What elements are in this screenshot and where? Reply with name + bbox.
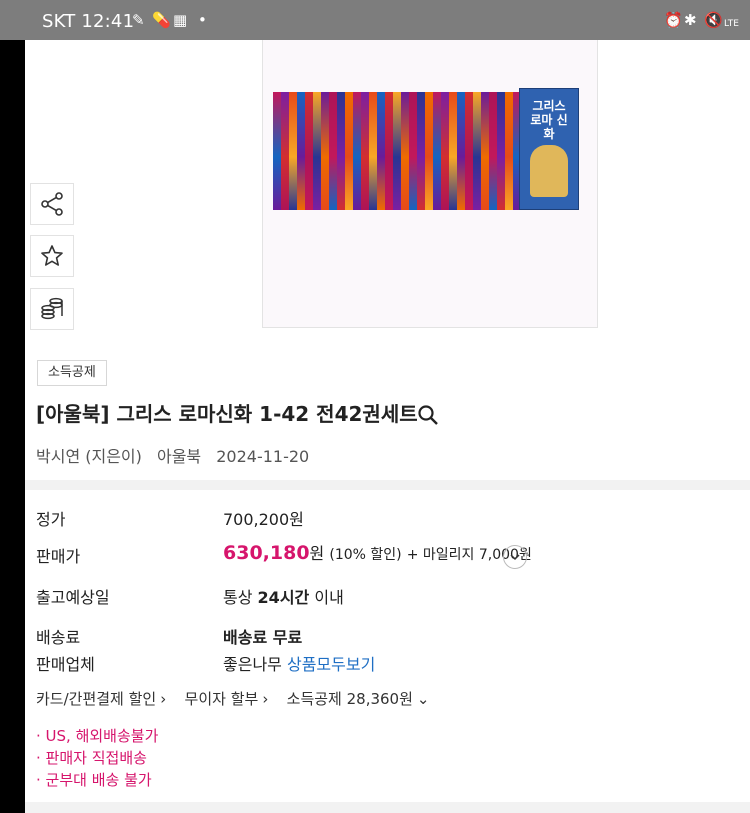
cover-illustration	[530, 145, 568, 197]
app-notification-icon: ✎	[132, 11, 145, 29]
list-price-label: 정가	[36, 510, 66, 529]
publish-date: 2024-11-20	[216, 447, 310, 466]
list-price: 700,200원	[223, 510, 304, 529]
mute-icon: 🔇	[704, 11, 723, 29]
bluetooth-icon: ✱	[684, 11, 697, 29]
card-discount-link[interactable]: 카드/간편결제 할인	[36, 690, 156, 708]
pill-icon: 💊	[152, 11, 171, 29]
product-image[interactable]: 그리스 로마 신화	[262, 40, 598, 328]
payment-benefits: 카드/간편결제 할인 › 무이자 할부 › 소득공제 28,360원 ⌄	[36, 688, 433, 709]
product-page: 그리스 로마 신화 소득공제 [아울북] 그리스 로마신화 1-42 전42권세…	[25, 40, 750, 813]
featured-book-cover: 그리스 로마 신화	[519, 88, 579, 210]
shipping-date-label: 출고예상일	[36, 588, 110, 607]
shipping-hours: 24시간	[257, 588, 310, 607]
note-item: · 판매자 직접배송	[36, 749, 147, 767]
share-icon	[41, 192, 63, 216]
sale-price-row: 630,180원 (10% 할인) + 마일리지 7,000원	[223, 540, 532, 564]
dot-icon: •	[198, 11, 207, 29]
share-button[interactable]	[30, 183, 74, 225]
income-deduction-badge: 소득공제	[37, 360, 107, 386]
delivery-fee-label: 배송료	[36, 628, 81, 647]
section-divider-bottom	[25, 802, 750, 813]
seller-row: 좋은나무 상품모두보기	[223, 651, 375, 675]
book-set-image	[273, 92, 530, 210]
note-item: · 군부대 배송 불가	[36, 771, 152, 789]
product-title: [아울북] 그리스 로마신화 1-42 전42권세트	[36, 402, 418, 426]
seller-name: 좋은나무	[223, 655, 282, 674]
sale-price-unit: 원	[309, 544, 325, 563]
delivery-fee: 배송료 무료	[223, 628, 303, 647]
shipping-date: 통상 24시간 이내	[223, 584, 344, 608]
seller-label: 판매업체	[36, 655, 95, 674]
chevron-down-icon[interactable]: ⌄	[417, 690, 430, 708]
status-time: SKT 12:41	[42, 11, 135, 32]
status-bar: SKT 12:41 ✎ 💊 ▦ • ⏰ ✱ 🔇 LTE	[0, 0, 750, 40]
chevron-right-icon: ›	[262, 690, 269, 708]
installment-link[interactable]: 무이자 할부	[185, 690, 259, 708]
calendar-icon: ▦	[173, 11, 188, 29]
section-divider	[25, 480, 750, 490]
network-label: LTE	[724, 19, 739, 29]
product-meta: 박시연 (지은이) 아울북 2024-11-20	[36, 443, 319, 467]
shipping-suffix: 이내	[314, 588, 344, 607]
alarm-icon: ⏰	[664, 11, 683, 29]
coins-icon	[41, 297, 63, 320]
chevron-down-icon	[510, 554, 520, 561]
cover-title: 그리스 로마 신화	[530, 99, 568, 141]
author-link[interactable]: 박시연 (지은이)	[36, 447, 142, 466]
price-detail-toggle[interactable]	[503, 545, 527, 569]
chevron-right-icon: ›	[160, 690, 167, 708]
deduction-toggle[interactable]: 소득공제 28,360원	[287, 690, 413, 708]
wishlist-button[interactable]	[30, 235, 74, 277]
sale-price: 630,180	[223, 542, 310, 564]
shipping-notes: · US, 해외배송불가 · 판매자 직접배송 · 군부대 배송 불가	[36, 725, 158, 791]
coins-button[interactable]	[30, 288, 74, 330]
search-icon[interactable]	[417, 404, 439, 426]
shipping-prefix: 통상	[223, 588, 253, 607]
publisher-link[interactable]: 아울북	[157, 447, 201, 466]
note-item: · US, 해외배송불가	[36, 727, 159, 745]
sale-price-label: 판매가	[36, 547, 81, 566]
discount-rate: (10% 할인)	[329, 547, 402, 563]
seller-products-link[interactable]: 상품모두보기	[287, 655, 375, 674]
star-icon	[41, 245, 63, 266]
